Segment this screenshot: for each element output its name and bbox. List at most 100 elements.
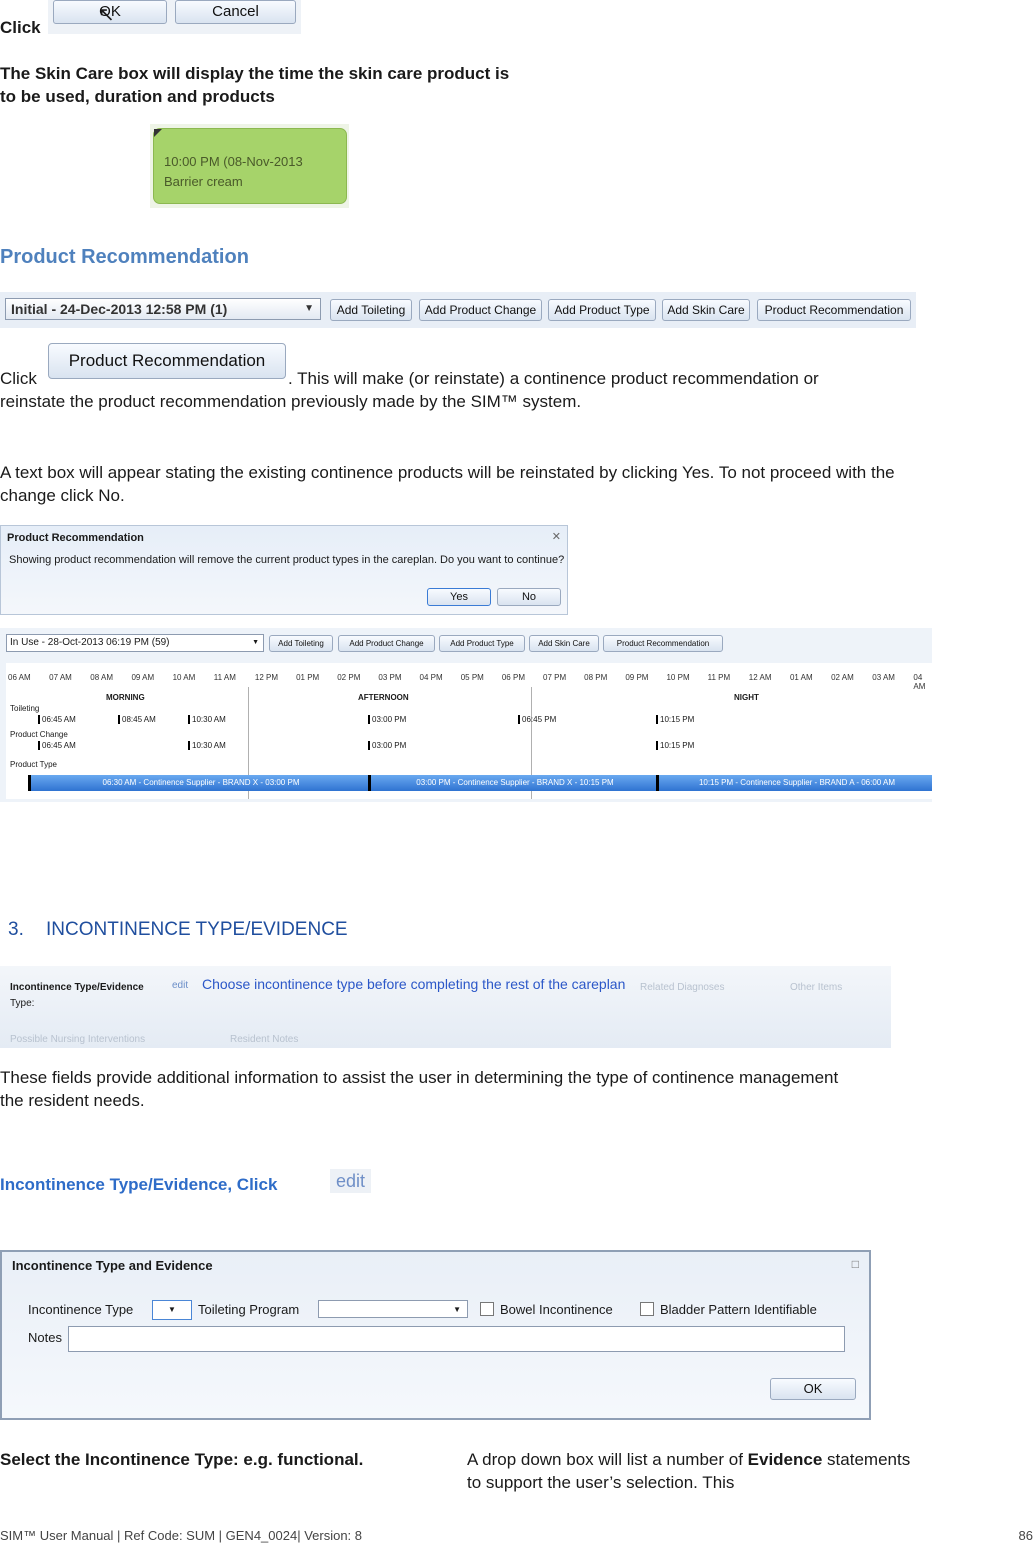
footer-reference: SIM™ User Manual | Ref Code: SUM | GEN4_… [0,1528,363,1543]
hour-tick-label: 02 PM [337,673,361,682]
hour-tick-label: 09 PM [625,673,649,682]
ok-cancel-screenshot: OK ↖ Cancel [48,0,301,34]
product-type-bar[interactable]: 10:15 PM - Continence Supplier - BRAND A… [656,775,932,791]
close-icon[interactable]: □ [852,1257,859,1271]
bladder-pattern-checkbox[interactable] [640,1302,654,1316]
incontinence-type-dropdown[interactable]: ▼ [152,1300,192,1320]
dialog-title: Incontinence Type and Evidence [12,1258,213,1273]
evidence-text-pre: A drop down box will list a number of [467,1450,743,1469]
skin-care-box-screenshot: 10:00 PM (08-Nov-2013 Barrier cream [150,124,349,208]
evidence-description: A drop down box will list a number of Ev… [467,1448,917,1494]
product-change-event[interactable]: 06:45 AM [38,741,76,750]
product-recommendation-paragraph: . This will make (or reinstate) a contin… [0,369,819,411]
add-product-change-button[interactable]: Add Product Change [338,635,435,652]
chevron-down-icon: ▼ [168,1305,176,1314]
add-toileting-button[interactable]: Add Toileting [330,299,412,321]
toileting-event[interactable]: 06:45 PM [518,715,556,724]
hour-tick-label: 10 AM [172,673,196,682]
add-toileting-button[interactable]: Add Toileting [269,635,333,652]
add-skin-care-button[interactable]: Add Skin Care [529,635,599,652]
yes-button[interactable]: Yes [427,588,491,606]
row-label-toileting: Toileting [10,704,40,713]
cursor-icon: ↖ [98,4,115,26]
hour-tick-label: 03 AM [872,673,895,682]
select-type-instruction: Select the Incontinence Type: e.g. funct… [0,1450,364,1469]
interventions-label: Possible Nursing Interventions [10,1034,146,1045]
add-skin-care-button[interactable]: Add Skin Care [662,299,750,321]
resident-notes-label: Resident Notes [230,1034,299,1045]
chevron-down-icon: ▼ [304,303,314,314]
dropdown-value: Initial - 24-Dec-2013 12:58 PM (1) [11,301,228,317]
period-morning: MORNING [106,693,145,702]
reinstate-paragraph: A text box will appear stating the exist… [0,463,895,505]
toileting-event[interactable]: 06:45 AM [38,715,76,724]
section-title: INCONTINENCE TYPE/EVIDENCE [46,919,348,940]
product-type-bar[interactable]: 06:30 AM - Continence Supplier - BRAND X… [28,775,371,791]
hour-tick-label: 06 PM [501,673,525,682]
edit-link-image: edit [330,1169,371,1193]
panel-label: Incontinence Type/Evidence [10,982,144,993]
hour-tick-label: 11 AM [213,673,236,682]
hour-tick-label: 04 PM [419,673,443,682]
skin-care-box: 10:00 PM (08-Nov-2013 Barrier cream [153,128,347,204]
click-label: Click [0,18,41,37]
add-product-type-button[interactable]: Add Product Type [548,299,656,321]
bowel-incontinence-checkbox[interactable] [480,1302,494,1316]
fields-paragraph: These fields provide additional informat… [0,1068,839,1110]
close-icon[interactable]: ✕ [552,530,561,543]
skin-care-time: 10:00 PM (08-Nov-2013 [164,154,303,169]
toileting-event[interactable]: 03:00 PM [368,715,406,724]
toileting-event[interactable]: 08:45 AM [118,715,156,724]
product-change-event[interactable]: 10:30 AM [188,741,226,750]
edit-link[interactable]: edit [172,980,188,991]
hour-tick-label: 06 AM [8,673,31,682]
toileting-program-dropdown[interactable]: ▼ [318,1300,468,1318]
hour-tick-label: 10 PM [666,673,690,682]
hour-tick-label: 01 AM [789,673,813,682]
timeline-version-dropdown[interactable]: In Use - 28-Oct-2013 06:19 PM (59) ▼ [6,634,264,652]
no-button[interactable]: No [497,588,561,606]
bladder-pattern-label: Bladder Pattern Identifiable [660,1302,817,1317]
hour-tick-label: 12 AM [748,673,772,682]
hour-tick-label: 12 PM [254,673,279,682]
hour-tick-label: 05 PM [460,673,484,682]
add-product-change-button[interactable]: Add Product Change [419,299,542,321]
hour-tick-label: 08 PM [584,673,608,682]
incontinence-click-heading: Incontinence Type/Evidence, Click [0,1175,278,1194]
hour-tick-label: 09 AM [131,673,155,682]
row-label-product-type: Product Type [10,760,57,769]
product-change-event[interactable]: 10:15 PM [656,741,694,750]
product-recommendation-heading: Product Recommendation [0,246,249,268]
product-type-bar[interactable]: 03:00 PM - Continence Supplier - BRAND X… [368,775,659,791]
toileting-event[interactable]: 10:15 PM [656,715,694,724]
product-recommendation-button[interactable]: Product Recommendation [603,635,723,652]
corner-marker-icon [154,129,162,137]
timeline-grid: 06 AM 07 AM 08 AM 09 AM 10 AM 11 AM 12 PM 01 PM… [6,663,932,799]
dialog-title: Product Recommendation [7,532,144,544]
panel-notice: Choose incontinence type before completi… [202,976,626,992]
skin-care-product: Barrier cream [164,174,243,189]
product-recommendation-button[interactable]: Product Recommendation [757,299,911,321]
add-product-type-button[interactable]: Add Product Type [439,635,525,652]
careplan-timeline: In Use - 28-Oct-2013 06:19 PM (59) ▼ Add … [0,628,932,802]
row-label-product-change: Product Change [10,730,68,739]
hour-header: 06 AM 07 AM 08 AM 09 AM 10 AM 11 AM 12 PM 01 PM… [6,673,932,691]
careplan-version-dropdown[interactable]: Initial - 24-Dec-2013 12:58 PM (1) ▼ [5,298,321,320]
hour-tick-label: 08 AM [90,673,113,682]
cancel-button-image: Cancel [175,0,296,24]
ok-button[interactable]: OK [770,1378,856,1400]
hour-tick-label: 01 PM [296,673,320,682]
other-items-label: Other Items [790,982,843,993]
recommendation-toolbar: Initial - 24-Dec-2013 12:58 PM (1) ▼ Add … [0,292,916,328]
product-change-event[interactable]: 03:00 PM [368,741,406,750]
incontinence-type-label: Incontinence Type [28,1302,134,1317]
confirmation-dialog: Product Recommendation ✕ Showing product… [0,525,568,615]
hour-tick-label: 11 PM [707,673,731,682]
dropdown-value: In Use - 28-Oct-2013 06:19 PM (59) [10,637,170,648]
toileting-event[interactable]: 10:30 AM [188,715,226,724]
hour-tick-label: 03 PM [378,673,402,682]
notes-input[interactable] [68,1326,845,1352]
section-number: 3. [8,919,24,940]
hour-tick-label: 04 AM [913,673,926,691]
dialog-message: Showing product recommendation will remo… [9,554,565,566]
